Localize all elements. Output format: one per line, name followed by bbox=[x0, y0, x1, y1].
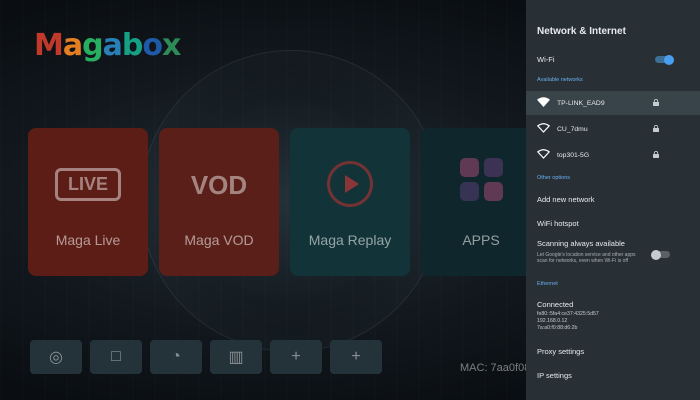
speedometer-icon: ◔ bbox=[171, 348, 181, 365]
replay-icon bbox=[290, 158, 410, 212]
logo-letter: x bbox=[161, 28, 181, 63]
add-icon: + bbox=[351, 348, 361, 365]
other-options-heading: Other options bbox=[537, 175, 571, 181]
scanning-row[interactable]: Scanning always available bbox=[526, 236, 700, 250]
logo-letter: b bbox=[121, 28, 144, 63]
network-name: CU_7dmu bbox=[557, 125, 588, 133]
ethernet-heading: Ethernet bbox=[537, 281, 558, 287]
scanning-desc-line: scan for networks, even when Wi-Fi is of… bbox=[537, 258, 629, 265]
vod-icon: VOD bbox=[159, 158, 279, 201]
ip-settings-label: IP settings bbox=[537, 371, 572, 380]
ethernet-ipv4: 192.168.0.12 bbox=[537, 317, 568, 324]
network-item[interactable]: TP-LINK_EAD9 bbox=[526, 91, 700, 115]
logo-letter: a bbox=[62, 28, 83, 63]
lock-icon bbox=[653, 125, 659, 132]
connected-label: Connected bbox=[537, 299, 574, 309]
scanning-description: Let Google's location service and other … bbox=[537, 252, 636, 265]
wifi-toggle[interactable] bbox=[655, 54, 674, 65]
add-icon: + bbox=[291, 348, 301, 365]
network-item[interactable]: top301-5G bbox=[526, 143, 700, 167]
tile-maga-replay[interactable]: Maga Replay bbox=[290, 128, 410, 276]
tile-apps[interactable]: APPS bbox=[421, 128, 541, 276]
ethernet-mac: 7a:a0:f0:88:d6:2b bbox=[537, 324, 578, 331]
globe-button[interactable]: ◎ bbox=[30, 340, 82, 374]
lock-icon bbox=[653, 151, 659, 158]
add-button[interactable]: + bbox=[330, 340, 382, 374]
globe-icon: ◎ bbox=[49, 349, 63, 366]
trash-button[interactable]: ▥ bbox=[210, 340, 262, 374]
tile-maga-vod[interactable]: VOD Maga VOD bbox=[159, 128, 279, 276]
logo-letter: M bbox=[34, 28, 64, 63]
scanning-toggle[interactable] bbox=[651, 249, 670, 260]
proxy-settings-item[interactable]: Proxy settings bbox=[526, 340, 700, 363]
ethernet-ipv6: fe80::5fa4:ce37:4325:5d57 bbox=[537, 311, 599, 317]
proxy-settings-label: Proxy settings bbox=[537, 347, 585, 356]
wifi-hotspot-item[interactable]: WiFi hotspot bbox=[526, 212, 700, 235]
folder-button[interactable]: □ bbox=[90, 340, 142, 374]
network-name: top301-5G bbox=[557, 151, 590, 159]
available-networks-heading: Available networks bbox=[537, 77, 583, 83]
ip-settings-item[interactable]: IP settings bbox=[526, 364, 700, 387]
network-item[interactable]: CU_7dmu bbox=[526, 117, 700, 141]
tile-label: Maga Replay bbox=[308, 232, 392, 248]
add-network-label: Add new network bbox=[537, 195, 595, 204]
wifi-icon bbox=[537, 149, 550, 159]
apps-icon bbox=[421, 158, 541, 201]
live-icon: LIVE bbox=[28, 158, 148, 201]
add-button[interactable]: + bbox=[270, 340, 322, 374]
wifi-icon bbox=[537, 97, 550, 107]
ethernet-details: fe80::5fa4:ce37:4325:5d57 192.168.0.12 7… bbox=[537, 311, 599, 331]
scanning-label: Scanning always available bbox=[537, 238, 625, 248]
tile-label: Maga Live bbox=[55, 232, 121, 248]
speedometer-button[interactable]: ◔ bbox=[150, 340, 202, 374]
wifi-icon bbox=[537, 123, 550, 133]
logo-letter: a bbox=[102, 28, 123, 63]
wifi-hotspot-label: WiFi hotspot bbox=[537, 219, 579, 228]
lock-icon bbox=[653, 99, 659, 106]
mac-address: MAC: 7aa0f08 bbox=[460, 362, 531, 374]
vod-icon-text: VOD bbox=[190, 170, 248, 200]
trash-icon: ▥ bbox=[228, 349, 244, 366]
folder-icon: □ bbox=[111, 348, 121, 365]
add-network-item[interactable]: Add new network bbox=[526, 188, 700, 211]
network-name: TP-LINK_EAD9 bbox=[557, 99, 605, 107]
logo-letter: g bbox=[82, 28, 104, 63]
wifi-label: Wi-Fi bbox=[537, 55, 555, 64]
magabox-logo: Magabox bbox=[34, 28, 181, 63]
live-icon-text: LIVE bbox=[54, 168, 121, 201]
tile-maga-live[interactable]: LIVE Maga Live bbox=[28, 128, 148, 276]
logo-letter: o bbox=[142, 28, 163, 63]
network-settings-panel: Network & Internet Wi-Fi Available netwo… bbox=[526, 0, 700, 400]
panel-title: Network & Internet bbox=[537, 26, 626, 37]
tile-label: APPS bbox=[462, 232, 500, 248]
tile-label: Maga VOD bbox=[184, 232, 254, 248]
